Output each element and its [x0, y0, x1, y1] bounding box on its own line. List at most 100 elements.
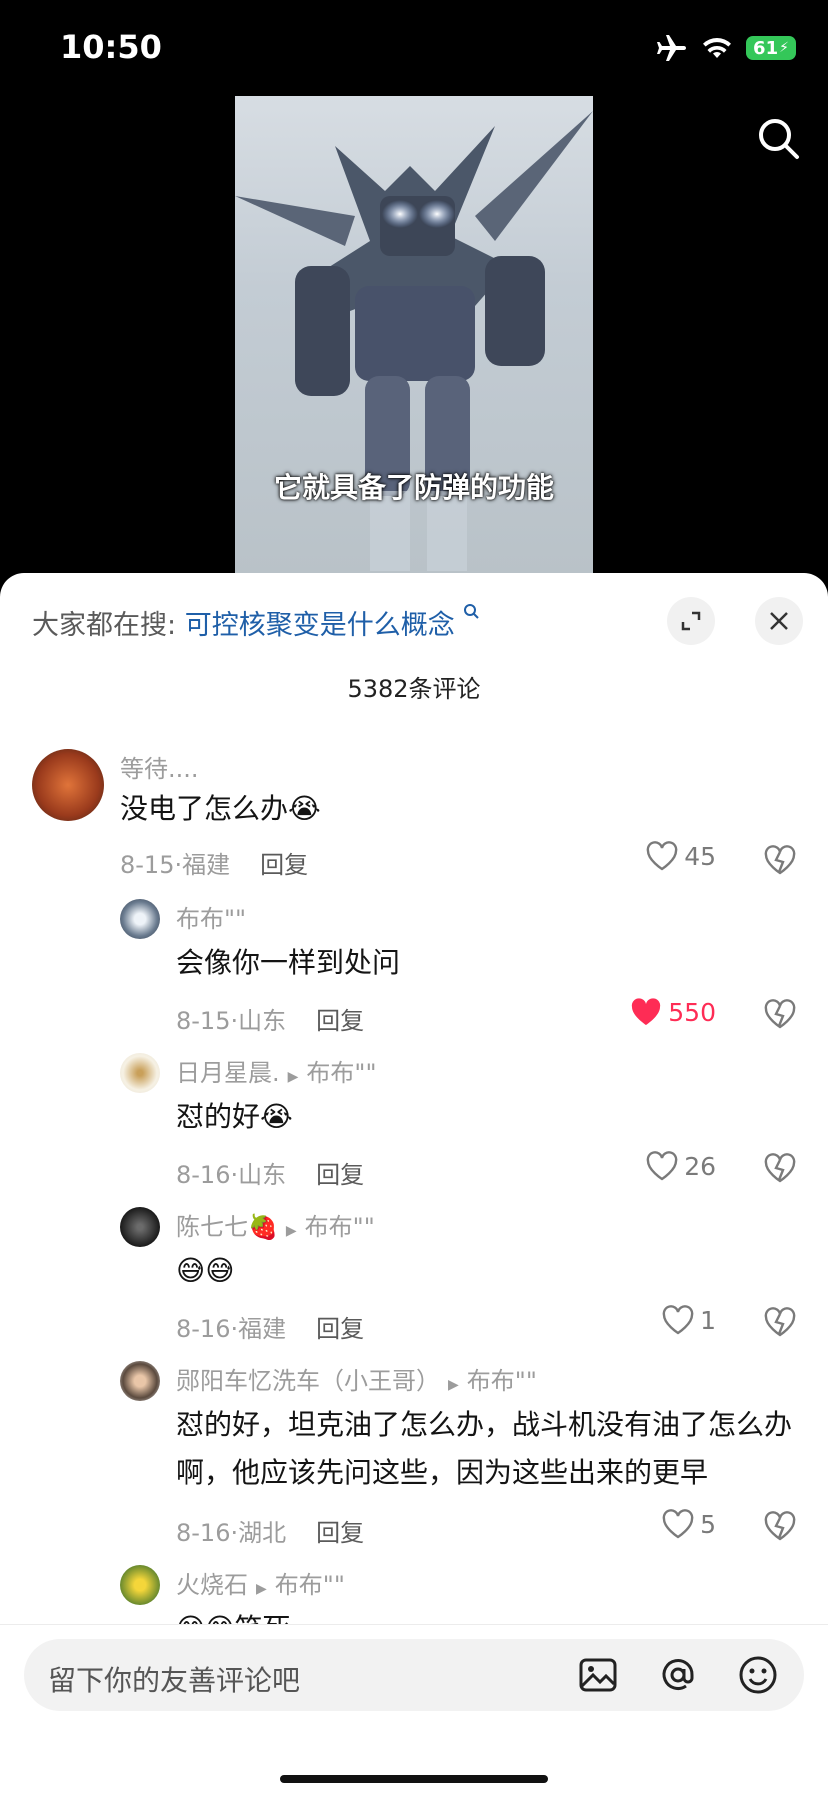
comment-meta: 8-16·福建 回复: [176, 1315, 365, 1343]
comment-meta: 8-16·山东 回复: [176, 1161, 365, 1189]
comment-text: 怼的好，坦克油了怎么办，战斗机没有油了怎么办啊，他应该先问这些，因为这些出来的更…: [176, 1408, 793, 1489]
dislike-icon: [764, 845, 796, 875]
image-icon: [579, 1658, 617, 1692]
video-player[interactable]: 它就具备了防弹的功能: [235, 96, 593, 576]
author-name[interactable]: 火烧石: [176, 1571, 248, 1599]
emoji-button[interactable]: [738, 1655, 778, 1699]
image-button[interactable]: [578, 1655, 618, 1699]
like-count: 5: [700, 1509, 716, 1539]
reply-button[interactable]: 回复: [260, 851, 308, 879]
airplane-icon: [657, 35, 686, 61]
reply-button[interactable]: 回复: [316, 1161, 364, 1189]
comment-input[interactable]: 留下你的友善评论吧: [24, 1639, 804, 1711]
comment-author[interactable]: 等待....: [120, 749, 199, 784]
comment-author[interactable]: 布布"": [176, 899, 246, 934]
author-name[interactable]: 陈七七🍓: [176, 1213, 278, 1241]
dislike-button[interactable]: [764, 1511, 796, 1545]
status-icons: 61 ⚡: [656, 34, 796, 62]
reply-to-name[interactable]: 布布"": [306, 1059, 376, 1087]
author-name[interactable]: 郧阳车忆洗车（小王哥）: [176, 1367, 440, 1395]
comment-location: 山东: [238, 1007, 287, 1035]
heart-icon: [646, 1151, 678, 1181]
expand-button[interactable]: [667, 597, 715, 645]
heart-icon: [632, 998, 661, 1025]
dislike-button[interactable]: [764, 1153, 796, 1187]
like-count: 26: [684, 1151, 716, 1181]
comment-date: 8-16: [176, 1161, 231, 1189]
input-placeholder: 留下你的友善评论吧: [48, 1664, 301, 1697]
like-count: 1: [700, 1305, 716, 1335]
reply-arrow-icon: ▶: [287, 1069, 299, 1085]
comment-date: 8-15: [176, 1007, 231, 1035]
dislike-button[interactable]: [764, 999, 796, 1033]
mention-button[interactable]: [658, 1655, 698, 1699]
author-name[interactable]: 日月星晨.: [176, 1059, 280, 1087]
like-button[interactable]: 550: [630, 997, 716, 1027]
status-time: 10:50: [60, 28, 162, 66]
comment-meta: 8-16·湖北 回复: [176, 1519, 365, 1547]
comment-meta: 8-15·福建 回复: [120, 851, 309, 879]
wifi-icon: [703, 38, 731, 58]
search-icon: [464, 604, 480, 619]
avatar[interactable]: [120, 1053, 160, 1093]
comment-location: 山东: [238, 1161, 287, 1189]
expand-icon: [681, 611, 701, 631]
heart-icon: [646, 841, 678, 871]
dislike-icon: [764, 999, 796, 1029]
dislike-icon: [764, 1153, 796, 1183]
comment-author: 陈七七🍓 ▶ 布布"": [176, 1207, 375, 1242]
like-button[interactable]: 45: [646, 841, 716, 871]
comment-date: 8-16: [176, 1315, 231, 1343]
avatar[interactable]: [32, 749, 104, 821]
like-count: 550: [668, 997, 716, 1027]
search-button[interactable]: [756, 116, 800, 164]
dislike-button[interactable]: [764, 845, 796, 879]
comment-count: 5382条评论: [347, 675, 481, 703]
comment-meta: 8-15·山东 回复: [176, 1007, 365, 1035]
battery-indicator: 61 ⚡: [746, 36, 796, 60]
search-icon: [759, 119, 799, 159]
home-indicator: [280, 1775, 548, 1783]
reply-button[interactable]: 回复: [316, 1007, 364, 1035]
trending-prefix: 大家都在搜:: [32, 610, 177, 641]
comment-location: 福建: [238, 1315, 287, 1343]
comment-text: 会像你一样到处问: [176, 946, 401, 979]
comment-location: 福建: [182, 851, 231, 879]
reply-to-name[interactable]: 布布"": [467, 1367, 537, 1395]
trending-term[interactable]: 可控核聚变是什么概念: [185, 610, 455, 641]
status-bar: 10:50 61 ⚡: [0, 0, 828, 96]
comment-location: 湖北: [238, 1519, 287, 1547]
like-button[interactable]: 5: [662, 1509, 716, 1539]
comment-author: 郧阳车忆洗车（小王哥） ▶ 布布"": [176, 1361, 537, 1396]
battery-level: 61: [753, 37, 779, 59]
trending-search[interactable]: 大家都在搜: 可控核聚变是什么概念: [32, 603, 480, 642]
reply-arrow-icon: ▶: [256, 1581, 267, 1597]
reply-to-name[interactable]: 布布"": [305, 1213, 375, 1241]
avatar[interactable]: [120, 899, 160, 939]
comments-sheet: 大家都在搜: 可控核聚变是什么概念 5382条评论 等待.... 没电了怎么办😭…: [0, 573, 828, 1792]
comment-text: 😅😅: [176, 1254, 235, 1287]
reply-button[interactable]: 回复: [316, 1315, 364, 1343]
reply-arrow-icon: ▶: [448, 1377, 459, 1393]
avatar[interactable]: [120, 1207, 160, 1247]
dislike-icon: [764, 1511, 796, 1541]
heart-icon: [662, 1509, 694, 1539]
dislike-icon: [764, 1307, 796, 1337]
like-button[interactable]: 26: [646, 1151, 716, 1181]
reply-button[interactable]: 回复: [316, 1519, 364, 1547]
comment-author: 日月星晨. ▶ 布布"": [176, 1053, 377, 1088]
heart-icon: [662, 1305, 694, 1335]
dislike-button[interactable]: [764, 1307, 796, 1341]
comment-input-bar: 留下你的友善评论吧: [0, 1624, 828, 1793]
close-button[interactable]: [755, 597, 803, 645]
avatar[interactable]: [120, 1565, 160, 1605]
reply-to-name[interactable]: 布布"": [275, 1571, 345, 1599]
like-count: 45: [684, 841, 716, 871]
emoji-icon: [739, 1656, 777, 1694]
like-button[interactable]: 1: [662, 1305, 716, 1335]
comment-date: 8-15: [120, 851, 175, 879]
comment-text: 没电了怎么办😭: [120, 792, 321, 825]
reply-arrow-icon: ▶: [285, 1223, 297, 1239]
avatar[interactable]: [120, 1361, 160, 1401]
close-icon: [770, 612, 788, 630]
